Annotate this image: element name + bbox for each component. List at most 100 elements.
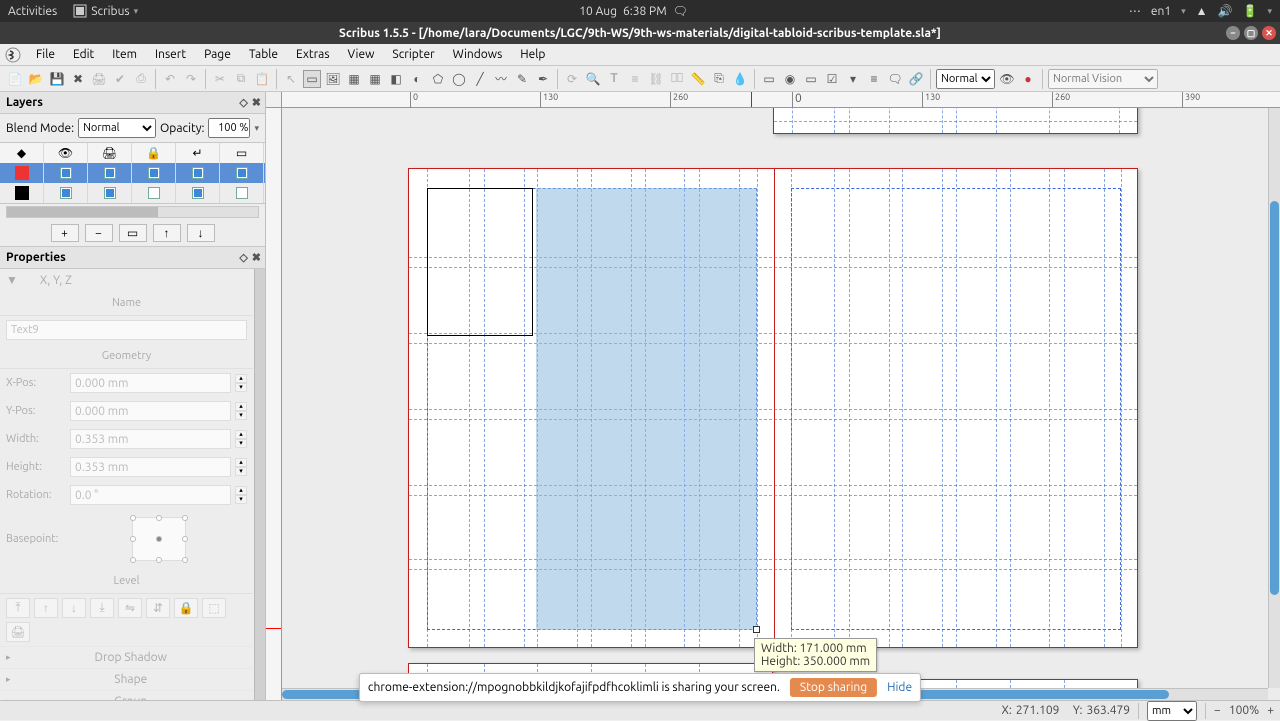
stop-sharing-button[interactable]: Stop sharing	[790, 678, 877, 697]
flip-h-button[interactable]: ⇋	[118, 598, 142, 618]
zoom-in-button[interactable]: +	[1267, 704, 1274, 717]
menu-edit[interactable]: Edit	[65, 46, 102, 63]
drag-handle-icon[interactable]	[753, 626, 760, 633]
ypos-input[interactable]: 0.000 mm	[70, 401, 231, 421]
horizontal-ruler[interactable]: 0 130 260 0 130 260 390	[282, 92, 1280, 108]
layers-float-icon[interactable]: ◇	[239, 96, 247, 109]
layer-flow-checkbox[interactable]	[192, 187, 204, 199]
layer-lock-checkbox[interactable]	[148, 167, 160, 179]
print-icon[interactable]: 🖨	[90, 70, 108, 88]
layer-flow-checkbox[interactable]	[192, 167, 204, 179]
select-icon[interactable]: ↖	[282, 70, 300, 88]
level-down-button[interactable]: ↓	[62, 598, 86, 618]
section-drop-shadow[interactable]: ▸Drop Shadow	[0, 646, 253, 668]
section-group[interactable]: ▸Group	[0, 690, 253, 700]
basepoint-widget[interactable]	[132, 517, 186, 561]
pdf-radio-icon[interactable]: ◉	[781, 70, 799, 88]
zoom-out-button[interactable]: −	[1214, 704, 1221, 717]
copy-props-icon[interactable]: ⎘	[710, 70, 728, 88]
layer-up-button[interactable]: ↑	[153, 224, 181, 242]
name-input[interactable]: Text9	[6, 320, 247, 340]
activities-button[interactable]: Activities	[8, 5, 57, 18]
pdf-icon[interactable]: ⎙	[132, 70, 150, 88]
pdf-text-icon[interactable]: ▭	[802, 70, 820, 88]
menu-page[interactable]: Page	[196, 46, 239, 63]
minimize-button[interactable]: –	[1226, 26, 1240, 40]
height-input[interactable]: 0.353 mm	[70, 457, 231, 477]
eye-icon[interactable]: 👁	[998, 70, 1016, 88]
layer-color-swatch[interactable]	[15, 166, 29, 180]
redo-icon[interactable]: ↷	[182, 70, 200, 88]
hide-share-button[interactable]: Hide	[887, 681, 912, 694]
menu-view[interactable]: View	[340, 46, 383, 63]
canvas[interactable]: Width: 171.000 mm Height: 350.000 mm	[282, 108, 1268, 688]
pdf-push-icon[interactable]: ▭	[760, 70, 778, 88]
eyedrop-icon[interactable]: 💧	[731, 70, 749, 88]
cut-icon[interactable]: ✂	[211, 70, 229, 88]
canvas-area[interactable]: 0 130 260 0 130 260 390	[266, 92, 1280, 700]
line-icon[interactable]: ╱	[471, 70, 489, 88]
layer-outline-checkbox[interactable]	[236, 187, 248, 199]
menu-extras[interactable]: Extras	[288, 46, 338, 63]
shape-icon[interactable]: ◧	[387, 70, 405, 88]
pdf-list-icon[interactable]: ≡	[865, 70, 883, 88]
page-spread[interactable]	[408, 168, 1138, 648]
layer-duplicate-button[interactable]: ▭	[119, 224, 147, 242]
measure-icon[interactable]: 📏	[689, 70, 707, 88]
clock[interactable]: 10 Aug 6:38 PM 🗨	[138, 4, 1129, 18]
layer-add-button[interactable]: +	[51, 224, 79, 242]
battery-icon[interactable]: 🔋	[1243, 4, 1258, 18]
layer-visible-checkbox[interactable]	[60, 187, 72, 199]
freehand-icon[interactable]: ✎	[513, 70, 531, 88]
menu-insert[interactable]: Insert	[147, 46, 194, 63]
arc-icon[interactable]: ◐	[408, 70, 426, 88]
menu-file[interactable]: File	[28, 46, 63, 63]
calligraphy-icon[interactable]: ✒	[534, 70, 552, 88]
bezier-icon[interactable]: 〰	[492, 70, 510, 88]
close-button[interactable]: ✕	[1262, 26, 1276, 40]
pdf-link-icon[interactable]: 🔗	[907, 70, 925, 88]
copy-icon[interactable]: ⧉	[232, 70, 250, 88]
unlink-frames-icon[interactable]: ⛓̷	[668, 70, 686, 88]
lang-indicator[interactable]: en1	[1151, 5, 1171, 18]
rotation-input[interactable]: 0.0 °	[70, 485, 231, 505]
menu-table[interactable]: Table	[241, 46, 286, 63]
pdf-annot-icon[interactable]: 🗨	[886, 70, 904, 88]
vertical-ruler[interactable]	[266, 108, 282, 700]
vision-mode-select[interactable]: Normal Vision	[1048, 69, 1158, 89]
no-print-button[interactable]: 🖨	[6, 622, 30, 642]
menu-help[interactable]: Help	[512, 46, 553, 63]
width-input[interactable]: 0.353 mm	[70, 429, 231, 449]
zoom-value[interactable]: 100%	[1229, 704, 1259, 717]
menu-item[interactable]: Item	[104, 46, 145, 63]
app-menu[interactable]: Scribus ▾	[73, 4, 138, 18]
section-shape[interactable]: ▸Shape	[0, 668, 253, 690]
layer-outline-checkbox[interactable]	[236, 167, 248, 179]
layer-down-button[interactable]: ↓	[187, 224, 215, 242]
save-icon[interactable]: 💾	[48, 70, 66, 88]
paste-icon[interactable]: 📋	[253, 70, 271, 88]
network-icon[interactable]: ▲	[1196, 4, 1208, 18]
more-icon[interactable]: ⋯	[1129, 4, 1141, 18]
story-editor-icon[interactable]: ≡	[626, 70, 644, 88]
link-frames-icon[interactable]: ⛓	[647, 70, 665, 88]
spiral-icon[interactable]: ◯	[450, 70, 468, 88]
properties-close-icon[interactable]: ✖	[252, 251, 261, 264]
new-doc-icon[interactable]: 📄	[6, 70, 24, 88]
render-frame-icon[interactable]: ▦	[345, 70, 363, 88]
edit-content-icon[interactable]: 𝐓	[605, 70, 623, 88]
properties-float-icon[interactable]: ◇	[239, 251, 247, 264]
layer-color-swatch[interactable]	[15, 186, 29, 200]
opacity-input[interactable]	[208, 118, 250, 138]
menu-windows[interactable]: Windows	[445, 46, 511, 63]
layer-remove-button[interactable]: −	[85, 224, 113, 242]
table-icon[interactable]: ▦	[366, 70, 384, 88]
tab-xyz[interactable]: X, Y, Z	[40, 274, 72, 287]
level-up-button[interactable]: ↑	[34, 598, 58, 618]
lock-size-button[interactable]: ⬚	[202, 598, 226, 618]
level-bottom-button[interactable]: ⤓	[90, 598, 114, 618]
canvas-vscroll[interactable]	[1268, 108, 1280, 688]
layer-print-checkbox[interactable]	[104, 167, 116, 179]
layers-hscroll[interactable]	[6, 206, 259, 218]
level-top-button[interactable]: ⤒	[6, 598, 30, 618]
